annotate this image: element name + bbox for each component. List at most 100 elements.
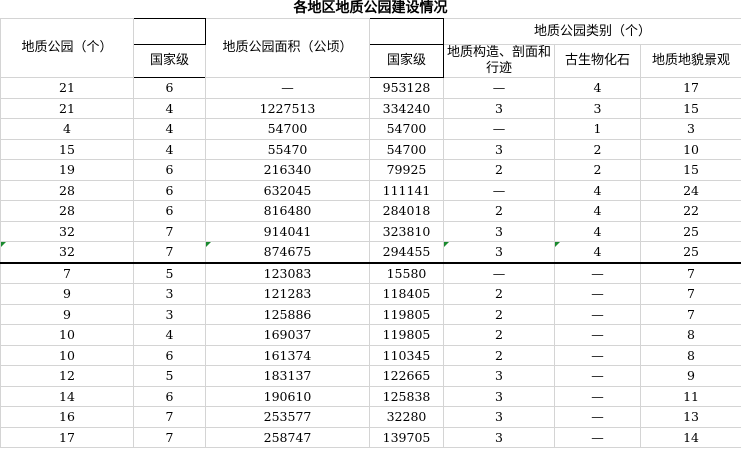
table-cell[interactable]: 11 xyxy=(639,385,741,407)
table-cell[interactable]: 14 xyxy=(0,385,134,407)
table-cell[interactable]: 15 xyxy=(639,159,741,181)
table-cell[interactable]: 4 xyxy=(133,118,206,140)
table-cell[interactable]: — xyxy=(205,77,370,99)
table-cell[interactable]: — xyxy=(443,179,555,201)
header-cat-landform[interactable]: 地质地貌景观 xyxy=(639,44,741,78)
table-cell[interactable]: 121283 xyxy=(205,283,370,305)
table-cell[interactable]: — xyxy=(443,118,555,140)
table-cell[interactable]: 118405 xyxy=(369,283,444,305)
table-cell[interactable]: 4 xyxy=(554,220,641,242)
header-area-blank[interactable] xyxy=(369,18,444,45)
table-cell[interactable]: 6 xyxy=(133,159,206,181)
table-cell[interactable]: 125886 xyxy=(205,303,370,325)
table-cell[interactable]: 2 xyxy=(443,344,555,366)
table-cell[interactable]: 7 xyxy=(639,261,741,284)
table-cell[interactable]: 14 xyxy=(639,426,741,448)
table-cell[interactable]: 79925 xyxy=(369,159,444,181)
table-cell[interactable]: 3 xyxy=(443,406,555,428)
table-cell[interactable]: 7 xyxy=(639,283,741,305)
table-cell[interactable]: 17 xyxy=(0,426,134,448)
table-cell[interactable]: 28 xyxy=(0,179,134,201)
table-cell[interactable]: 54700 xyxy=(369,138,444,160)
table-cell[interactable]: 2 xyxy=(443,200,555,222)
table-cell[interactable]: 4 xyxy=(554,77,641,99)
table-cell[interactable]: 169037 xyxy=(205,324,370,346)
table-cell[interactable]: 122665 xyxy=(369,365,444,387)
table-cell[interactable]: 10 xyxy=(0,324,134,346)
table-cell[interactable]: 6 xyxy=(133,179,206,201)
table-cell[interactable]: 3 xyxy=(133,283,206,305)
table-cell[interactable]: — xyxy=(554,344,641,366)
table-cell[interactable]: 8 xyxy=(639,344,741,366)
table-cell[interactable]: 2 xyxy=(443,283,555,305)
table-cell[interactable]: 914041 xyxy=(205,220,370,242)
table-cell[interactable]: 25 xyxy=(639,241,741,263)
table-cell[interactable]: 3 xyxy=(133,303,206,325)
table-cell[interactable]: 10 xyxy=(639,138,741,160)
table-cell[interactable]: — xyxy=(554,385,641,407)
table-cell[interactable]: 6 xyxy=(133,77,206,99)
table-cell[interactable]: 3 xyxy=(443,97,555,119)
table-cell[interactable]: 7 xyxy=(133,241,206,263)
table-cell[interactable]: 4 xyxy=(554,200,641,222)
table-cell[interactable]: 161374 xyxy=(205,344,370,366)
table-cell[interactable]: 7 xyxy=(639,303,741,325)
table-cell[interactable]: 3 xyxy=(639,118,741,140)
header-parks-national[interactable]: 国家级 xyxy=(133,44,206,78)
table-cell[interactable]: — xyxy=(554,303,641,325)
header-parks-blank[interactable] xyxy=(133,18,206,45)
header-parks[interactable]: 地质公园（个） xyxy=(0,18,134,78)
header-category-group[interactable]: 地质公园类别（个） xyxy=(442,18,741,45)
table-cell[interactable]: 2 xyxy=(443,303,555,325)
table-cell[interactable]: 190610 xyxy=(205,385,370,407)
table-cell[interactable]: 3 xyxy=(554,97,641,119)
table-cell[interactable]: 24 xyxy=(639,179,741,201)
table-cell[interactable]: 8 xyxy=(639,324,741,346)
table-cell[interactable]: 123083 xyxy=(205,261,370,284)
table-cell[interactable]: 2 xyxy=(554,138,641,160)
table-cell[interactable]: 323810 xyxy=(369,220,444,242)
table-cell[interactable]: 632045 xyxy=(205,179,370,201)
header-cat-structure[interactable]: 地质构造、剖面和行迹 xyxy=(443,44,555,78)
table-cell[interactable]: 32 xyxy=(0,241,134,263)
table-cell[interactable]: 2 xyxy=(443,159,555,181)
table-cell[interactable]: 10 xyxy=(0,344,134,366)
table-cell[interactable]: 125838 xyxy=(369,385,444,407)
table-cell[interactable]: 183137 xyxy=(205,365,370,387)
table-cell[interactable]: — xyxy=(554,324,641,346)
table-cell[interactable]: 12 xyxy=(0,365,134,387)
table-cell[interactable]: 139705 xyxy=(369,426,444,448)
table-cell[interactable]: 216340 xyxy=(205,159,370,181)
table-cell[interactable]: 111141 xyxy=(369,179,444,201)
table-cell[interactable]: — xyxy=(554,261,641,284)
table-cell[interactable]: 284018 xyxy=(369,200,444,222)
table-cell[interactable]: — xyxy=(554,365,641,387)
table-cell[interactable]: 2 xyxy=(554,159,641,181)
table-cell[interactable]: 4 xyxy=(133,138,206,160)
table-cell[interactable]: 15580 xyxy=(369,261,444,284)
table-cell[interactable]: 19 xyxy=(0,159,134,181)
table-cell[interactable]: 21 xyxy=(0,77,134,99)
table-cell[interactable]: 7 xyxy=(133,426,206,448)
table-cell[interactable]: 119805 xyxy=(369,324,444,346)
table-cell[interactable]: 953128 xyxy=(369,77,444,99)
table-cell[interactable]: 4 xyxy=(554,241,641,263)
header-cat-fossil[interactable]: 古生物化石 xyxy=(554,44,641,78)
table-cell[interactable]: 16 xyxy=(0,406,134,428)
table-cell[interactable]: 119805 xyxy=(369,303,444,325)
table-cell[interactable]: 334240 xyxy=(369,97,444,119)
table-cell[interactable]: 15 xyxy=(0,138,134,160)
table-cell[interactable]: 13 xyxy=(639,406,741,428)
header-area[interactable]: 地质公园面积（公顷） xyxy=(205,18,370,78)
table-cell[interactable]: 4 xyxy=(133,324,206,346)
table-cell[interactable]: 15 xyxy=(639,97,741,119)
table-cell[interactable]: 3 xyxy=(443,365,555,387)
table-cell[interactable]: 4 xyxy=(133,97,206,119)
table-cell[interactable]: 3 xyxy=(443,138,555,160)
table-cell[interactable]: 7 xyxy=(133,220,206,242)
table-cell[interactable]: 54700 xyxy=(205,118,370,140)
table-cell[interactable]: 28 xyxy=(0,200,134,222)
table-cell[interactable]: 874675 xyxy=(205,241,370,263)
table-cell[interactable]: 9 xyxy=(0,303,134,325)
table-cell[interactable]: 32280 xyxy=(369,406,444,428)
